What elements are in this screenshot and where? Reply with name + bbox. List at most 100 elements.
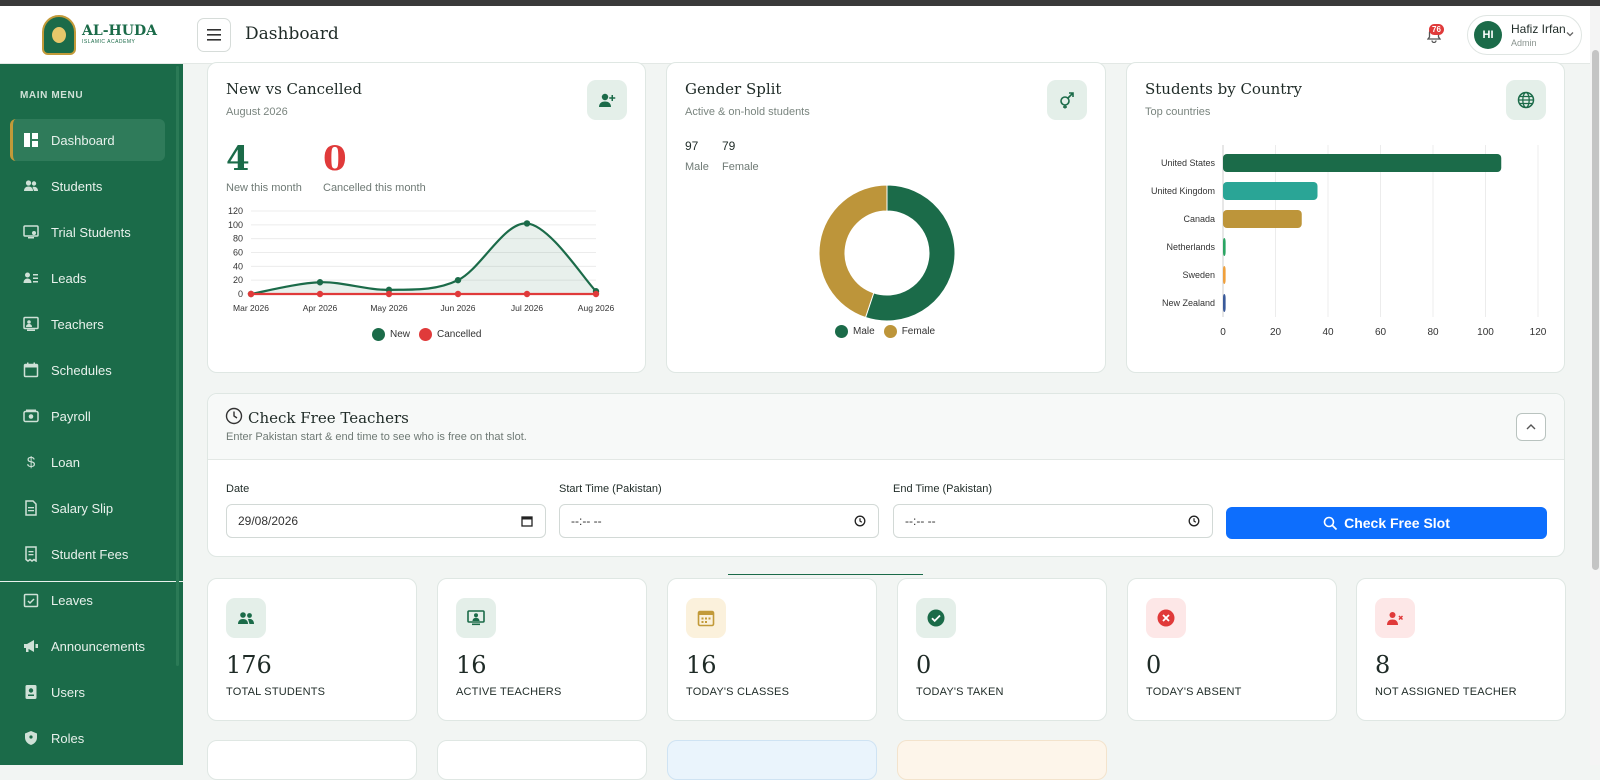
file-icon [23,500,39,516]
card-title: Gender Split [685,80,782,98]
stat-value: 176 [226,651,272,679]
page-scrollbar-thumb[interactable] [1592,50,1599,570]
cancelled-caption: Cancelled this month [323,182,426,194]
sidebar-item-label: Users [51,684,85,700]
data-point-cancelled [523,290,531,298]
y-tick-label: Sweden [1182,270,1215,280]
stat-card-partial [667,740,877,780]
data-point-cancelled [247,290,255,298]
end-time-label: End Time (Pakistan) [893,483,993,495]
chalkboard-teacher-icon [23,316,39,332]
sidebar-item-loan[interactable]: $ Loan [10,441,165,483]
menu-toggle-button[interactable] [197,18,231,52]
y-tick-label: 100 [228,220,243,230]
calendar-picker-icon[interactable] [521,515,533,527]
page-title: Dashboard [245,24,339,44]
users-icon [226,598,266,638]
panel-subtitle: Enter Pakistan start & end time to see w… [226,431,527,443]
collapse-button[interactable] [1516,413,1546,441]
stat-label: NOT ASSIGNED TEACHER [1375,686,1517,698]
bar-united-kingdom [1223,182,1318,200]
female-count: 79 [722,139,736,153]
start-time-field[interactable]: --:-- -- [559,504,879,538]
stat-label: TODAY'S CLASSES [686,686,790,698]
sidebar-item-label: Loan [51,454,80,470]
end-time-field[interactable]: --:-- -- [893,504,1213,538]
bar-united-states [1223,154,1502,172]
sidebar-item-students[interactable]: Students [10,165,165,207]
sidebar-item-payroll[interactable]: Payroll [10,395,165,437]
x-tick-label: Jul 2026 [511,303,543,313]
check-free-slot-button[interactable]: Check Free Slot [1226,507,1547,539]
stat-card-todays-classes[interactable]: 16 TODAY'S CLASSES [667,578,877,721]
legend-label: Male [853,326,875,337]
card-subtitle: Top countries [1145,106,1211,118]
stat-card-todays-taken[interactable]: 0 TODAY'S TAKEN [897,578,1107,721]
user-menu[interactable]: HI Hafiz Irfan Admin [1467,15,1582,55]
data-point-cancelled [385,290,393,298]
gender-donut-chart [818,184,956,322]
user-name: Hafiz Irfan [1511,22,1566,36]
sidebar-item-schedules[interactable]: Schedules [10,349,165,391]
time-picker-icon[interactable] [854,515,866,527]
data-point-new [316,279,324,286]
sidebar-item-label: Trial Students [51,224,131,240]
sidebar-item-label: Leaves [51,592,93,608]
date-label: Date [226,483,250,495]
new-vs-cancelled-line-chart: 120 100 80 60 40 20 0 Mar 2026 Apr 2026 May 2026 J… [228,206,614,313]
stat-card-active-teachers[interactable]: 16 ACTIVE TEACHERS [437,578,647,721]
male-count: 97 [685,139,699,153]
sidebar-scrollbar[interactable] [176,66,179,666]
bar-netherlands [1223,238,1226,256]
sidebar-item-label: Dashboard [51,132,115,148]
notification-count-badge: 76 [1429,24,1444,35]
y-tick-label: United Kingdom [1151,186,1215,196]
sidebar-item-label: Student Fees [51,546,129,562]
logo[interactable]: AL-HUDA ISLAMIC ACADEMY [0,6,183,64]
data-point-cancelled [592,290,600,298]
money-icon [23,408,39,424]
stat-label: TODAY'S TAKEN [916,686,1004,698]
y-tick-label: 120 [228,206,243,216]
sidebar: AL-HUDA ISLAMIC ACADEMY MAIN MENU Dashbo… [0,6,183,765]
sidebar-item-student-fees[interactable]: Student Fees [10,533,165,575]
data-point-cancelled [316,290,324,298]
address-card-icon [23,270,39,286]
sidebar-item-trial-students[interactable]: Trial Students [10,211,165,253]
sidebar-item-label: Salary Slip [51,500,114,516]
globe-icon [1506,80,1546,120]
stat-card-partial [897,740,1107,780]
sidebar-item-teachers[interactable]: Teachers [10,303,165,345]
students-by-country-card: Students by Country Top countries 0 20 40 6… [1126,62,1565,373]
user-x-icon [1375,598,1415,638]
sidebar-item-roles[interactable]: Roles [10,717,165,759]
x-circle-icon [1146,598,1186,638]
x-tick-label: Mar 2026 [233,303,269,313]
y-tick-label: 0 [238,289,243,299]
stat-card-total-students[interactable]: 176 TOTAL STUDENTS [207,578,417,721]
date-field[interactable]: 29/08/2026 [226,504,546,538]
end-time-value: --:-- -- [905,514,936,528]
legend-label: Female [901,326,936,337]
x-tick-label: 40 [1322,327,1334,338]
stat-value: 0 [1146,651,1162,679]
sidebar-item-dashboard[interactable]: Dashboard [10,119,165,161]
stat-card-not-assigned-teacher[interactable]: 8 NOT ASSIGNED TEACHER [1356,578,1566,721]
panel-header: Check Free Teachers Enter Pakistan start… [208,394,1564,460]
sidebar-item-users[interactable]: Users [10,671,165,713]
chart-legend: Male Female [835,325,935,338]
user-role: Admin [1511,38,1537,48]
y-tick-label: 40 [233,261,243,271]
legend-swatch [419,328,433,341]
sidebar-item-leads[interactable]: Leads [10,257,165,299]
sidebar-item-leaves[interactable]: Leaves [10,579,165,621]
x-tick-label: 80 [1427,327,1439,338]
time-picker-icon[interactable] [1188,515,1200,527]
sidebar-item-label: Students [51,178,103,194]
x-tick-label: 60 [1375,327,1387,338]
stat-card-todays-absent[interactable]: 0 TODAY'S ABSENT [1127,578,1337,721]
start-time-label: Start Time (Pakistan) [559,483,662,495]
legend-swatch [372,328,385,341]
sidebar-item-announcements[interactable]: Announcements [10,625,165,667]
sidebar-item-salary-slip[interactable]: Salary Slip [10,487,165,529]
